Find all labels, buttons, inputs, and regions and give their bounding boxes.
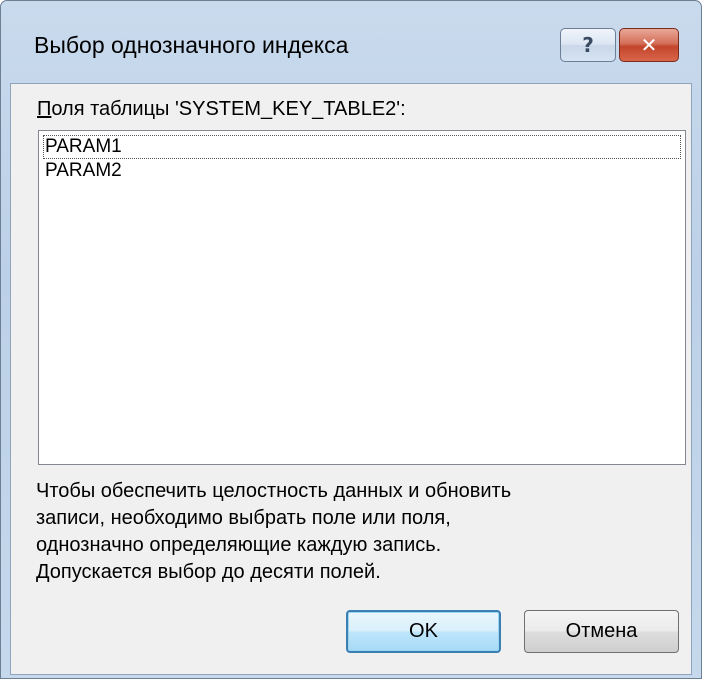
window-title: Выбор однозначного индекса xyxy=(34,32,349,58)
list-item-param2[interactable]: PARAM2 xyxy=(43,159,681,183)
list-item-param1[interactable]: PARAM1 xyxy=(43,135,681,159)
dialog-client-area: Поля таблицы 'SYSTEM_KEY_TABLE2': PARAM1… xyxy=(10,83,692,675)
cancel-button[interactable]: Отмена xyxy=(524,610,679,653)
info-text: Чтобы обеспечить целостность данных и об… xyxy=(36,478,676,586)
title-bar[interactable]: Выбор однозначного индекса ? ✕ xyxy=(1,1,701,83)
info-line-3: однозначно определяющие каждую запись. xyxy=(36,534,442,556)
info-line-2: записи, необходимо выбрать поле или поля… xyxy=(36,507,451,529)
close-button[interactable]: ✕ xyxy=(619,28,679,62)
fields-label: Поля таблицы 'SYSTEM_KEY_TABLE2': xyxy=(37,98,406,121)
close-icon: ✕ xyxy=(640,33,658,57)
info-line-1: Чтобы обеспечить целостность данных и об… xyxy=(36,480,512,502)
fields-label-accelerator: П xyxy=(37,98,52,120)
fields-listbox[interactable]: PARAM1 PARAM2 xyxy=(38,130,686,465)
help-icon: ? xyxy=(582,33,594,57)
dialog-window: Выбор однозначного индекса ? ✕ Поля табл… xyxy=(0,0,702,679)
fields-label-text: оля таблицы 'SYSTEM_KEY_TABLE2': xyxy=(51,98,406,120)
info-line-4: Допускается выбор до десяти полей. xyxy=(36,561,381,583)
ok-button[interactable]: OK xyxy=(346,610,501,653)
help-button[interactable]: ? xyxy=(560,28,616,62)
